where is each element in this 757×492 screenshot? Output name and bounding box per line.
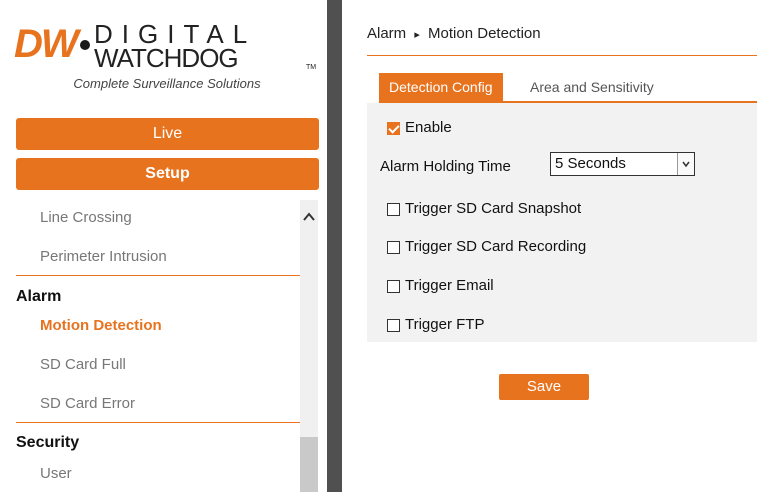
breadcrumb-section: Alarm: [367, 25, 407, 42]
trigger-email-checkbox[interactable]: [387, 279, 400, 293]
panel-divider: [327, 0, 342, 492]
header-separator: [367, 55, 757, 56]
scroll-up-icon[interactable]: [301, 210, 317, 226]
enable-label: Enable: [405, 119, 452, 136]
breadcrumb-page: Motion Detection: [428, 25, 541, 42]
menu-item-user[interactable]: User: [40, 464, 72, 484]
menu-item-perimeter-intrusion[interactable]: Perimeter Intrusion: [40, 247, 167, 267]
trigger-sd-recording-label: Trigger SD Card Recording: [405, 238, 587, 255]
left-panel: DW DIGITAL WATCHDOG TM Complete Surveill…: [0, 0, 327, 492]
enable-row[interactable]: Enable: [387, 118, 452, 138]
setup-button[interactable]: Setup: [16, 158, 319, 190]
trigger-ftp-checkbox[interactable]: [387, 318, 400, 332]
menu-item-motion-detection[interactable]: Motion Detection: [40, 316, 162, 336]
menu-heading-alarm[interactable]: Alarm: [16, 287, 61, 307]
save-button[interactable]: Save: [499, 374, 589, 400]
trigger-sd-snapshot-label: Trigger SD Card Snapshot: [405, 200, 582, 217]
trigger-sd-recording-row[interactable]: Trigger SD Card Recording: [387, 237, 586, 257]
logo-tm: TM: [306, 64, 317, 71]
tab-area-and-sensitivity[interactable]: Area and Sensitivity: [520, 73, 664, 101]
chevron-down-icon[interactable]: [677, 153, 694, 175]
enable-checkbox[interactable]: [387, 121, 400, 135]
menu-separator: [16, 275, 300, 276]
live-button[interactable]: Live: [16, 118, 319, 150]
breadcrumb-separator-icon: ▸: [414, 29, 420, 41]
alarm-holding-time-label: Alarm Holding Time: [380, 158, 511, 175]
menu-separator: [16, 422, 300, 423]
trigger-sd-snapshot-row[interactable]: Trigger SD Card Snapshot: [387, 199, 581, 219]
content-panel: Alarm ▸ Motion Detection Detection Confi…: [342, 0, 757, 492]
digital-watchdog-logo: DW DIGITAL WATCHDOG TM Complete Surveill…: [14, 18, 317, 98]
trigger-email-label: Trigger Email: [405, 277, 494, 294]
trigger-sd-snapshot-checkbox[interactable]: [387, 202, 400, 216]
detection-config-panel: Enable Alarm Holding Time 5 Seconds Trig…: [367, 103, 757, 342]
trigger-ftp-label: Trigger FTP: [405, 316, 485, 333]
logo-line2: WATCHDOG: [94, 43, 239, 73]
alarm-holding-time-value: 5 Seconds: [555, 155, 626, 172]
logo-mark: DW: [14, 22, 79, 66]
menu-heading-security[interactable]: Security: [16, 433, 79, 453]
trigger-sd-recording-checkbox[interactable]: [387, 240, 400, 254]
alarm-holding-time-select[interactable]: 5 Seconds: [550, 152, 695, 176]
logo-tagline: Complete Surveillance Solutions: [73, 76, 261, 91]
trigger-email-row[interactable]: Trigger Email: [387, 276, 494, 296]
menu-item-sd-card-full[interactable]: SD Card Full: [40, 355, 126, 375]
tab-detection-config[interactable]: Detection Config: [379, 73, 503, 101]
trigger-ftp-row[interactable]: Trigger FTP: [387, 315, 484, 335]
scrollbar-thumb[interactable]: [300, 437, 318, 492]
settings-menu: Line Crossing Perimeter Intrusion Alarm …: [0, 198, 327, 492]
logo-dot: [80, 40, 90, 50]
menu-item-sd-card-error[interactable]: SD Card Error: [40, 394, 135, 414]
breadcrumb: Alarm ▸ Motion Detection: [367, 24, 541, 45]
menu-item-line-crossing[interactable]: Line Crossing: [40, 208, 132, 228]
